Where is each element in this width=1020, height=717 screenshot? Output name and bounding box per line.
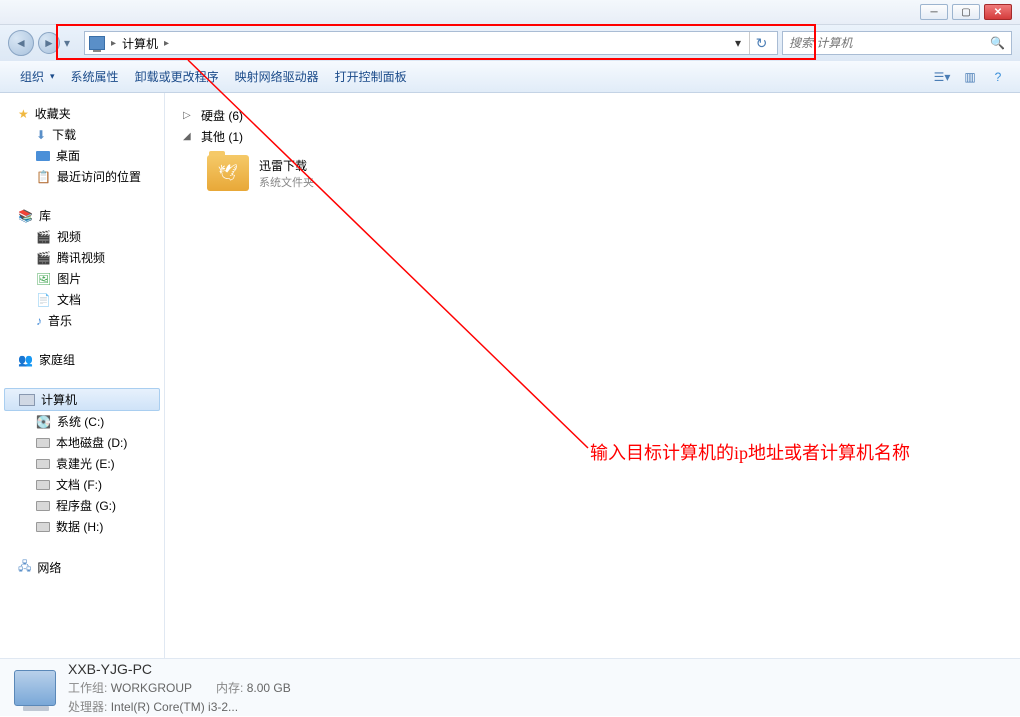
back-button[interactable]: ◄ [8,30,34,56]
library-icon: 📚 [18,209,33,223]
picture-icon: 🖼 [36,272,51,286]
sidebar-drive-d[interactable]: 本地磁盘 (D:) [0,432,164,453]
view-options-icon[interactable]: ☰▾ [932,67,952,87]
homegroup-icon: 👥 [18,353,33,367]
system-properties-button[interactable]: 系统属性 [63,64,127,89]
maximize-button[interactable]: ▢ [952,4,980,20]
drive-icon [36,438,50,448]
breadcrumb-computer[interactable]: 计算机 [122,35,158,52]
folder-icon: 🕊 [207,155,249,191]
address-dropdown[interactable]: ▾ [731,36,745,50]
address-bar[interactable]: ▸ 计算机 ▸ ▾ ↻ [84,31,778,55]
sidebar: ★收藏夹 ⬇下载 桌面 📋最近访问的位置 📚库 🎬视频 🎬腾讯视频 🖼图片 📄文… [0,93,165,658]
close-button[interactable]: ✕ [984,4,1012,20]
group-other[interactable]: ◢ 其他 (1) [183,126,1002,147]
sidebar-favorites[interactable]: ★收藏夹 [0,103,164,124]
document-icon: 📄 [36,293,51,307]
computer-icon [19,394,35,406]
computer-name: XXB-YJG-PC [68,661,291,677]
sidebar-drive-g[interactable]: 程序盘 (G:) [0,495,164,516]
sidebar-computer[interactable]: 计算机 [4,388,160,411]
computer-icon [89,36,105,50]
organize-menu[interactable]: 组织 [12,64,63,89]
help-icon[interactable]: ? [988,67,1008,87]
breadcrumb-arrow: ▸ [164,38,169,49]
sidebar-drive-e[interactable]: 袁建光 (E:) [0,453,164,474]
sidebar-drive-h[interactable]: 数据 (H:) [0,516,164,537]
sidebar-documents[interactable]: 📄文档 [0,289,164,310]
collapse-icon: ◢ [183,131,195,142]
download-icon: ⬇ [36,128,46,142]
search-icon[interactable]: 🔍 [990,36,1005,50]
uninstall-button[interactable]: 卸载或更改程序 [127,64,227,89]
sidebar-drive-c[interactable]: 💽系统 (C:) [0,411,164,432]
address-wrap: ▸ 计算机 ▸ ▾ ↻ 🔍 [84,31,1012,55]
control-panel-button[interactable]: 打开控制面板 [327,64,415,89]
refresh-button[interactable]: ↻ [749,32,773,54]
recent-icon: 📋 [36,170,51,184]
sidebar-pictures[interactable]: 🖼图片 [0,268,164,289]
sidebar-homegroup[interactable]: 👥家庭组 [0,349,164,370]
sidebar-network[interactable]: 🖧网络 [0,555,164,580]
sidebar-recent[interactable]: 📋最近访问的位置 [0,166,164,187]
folder-name: 迅雷下载 [259,157,314,174]
sidebar-downloads[interactable]: ⬇下载 [0,124,164,145]
forward-button[interactable]: ► [38,32,60,54]
system-drive-icon: 💽 [36,415,51,429]
xunlei-logo-icon: 🕊 [218,163,238,183]
drive-icon [36,459,50,469]
computer-large-icon [14,670,56,706]
music-icon: ♪ [36,314,42,328]
sidebar-videos[interactable]: 🎬视频 [0,226,164,247]
content-pane: ▷ 硬盘 (6) ◢ 其他 (1) 🕊 迅雷下载 系统文件夹 [165,93,1020,658]
sidebar-tencent-video[interactable]: 🎬腾讯视频 [0,247,164,268]
video-icon: 🎬 [36,230,51,244]
sidebar-libraries[interactable]: 📚库 [0,205,164,226]
desktop-icon [36,151,50,161]
window-buttons: ─ ▢ ✕ [920,4,1012,20]
preview-pane-icon[interactable]: ▥ [960,67,980,87]
statusbar: XXB-YJG-PC 工作组: WORKGROUP 内存: 8.00 GB 处理… [0,658,1020,716]
drive-icon [36,522,50,532]
navbar: ◄ ► ▾ ▸ 计算机 ▸ ▾ ↻ 🔍 [0,25,1020,61]
star-icon: ★ [18,107,29,121]
search-box[interactable]: 🔍 [782,31,1012,55]
folder-type: 系统文件夹 [259,174,314,190]
history-dropdown[interactable]: ▾ [64,36,76,50]
network-icon: 🖧 [18,557,31,578]
titlebar: ─ ▢ ✕ [0,0,1020,25]
map-network-drive-button[interactable]: 映射网络驱动器 [227,64,327,89]
sidebar-music[interactable]: ♪音乐 [0,310,164,331]
sidebar-desktop[interactable]: 桌面 [0,145,164,166]
breadcrumb-arrow: ▸ [111,38,116,49]
search-input[interactable] [789,36,990,50]
video-icon: 🎬 [36,251,51,265]
group-disks[interactable]: ▷ 硬盘 (6) [183,105,1002,126]
minimize-button[interactable]: ─ [920,4,948,20]
main: ★收藏夹 ⬇下载 桌面 📋最近访问的位置 📚库 🎬视频 🎬腾讯视频 🖼图片 📄文… [0,93,1020,658]
drive-icon [36,501,50,511]
toolbar: 组织 系统属性 卸载或更改程序 映射网络驱动器 打开控制面板 ☰▾ ▥ ? [0,61,1020,93]
expand-icon: ▷ [183,110,195,121]
sidebar-drive-f[interactable]: 文档 (F:) [0,474,164,495]
drive-icon [36,480,50,490]
folder-xunlei-download[interactable]: 🕊 迅雷下载 系统文件夹 [207,155,1002,191]
